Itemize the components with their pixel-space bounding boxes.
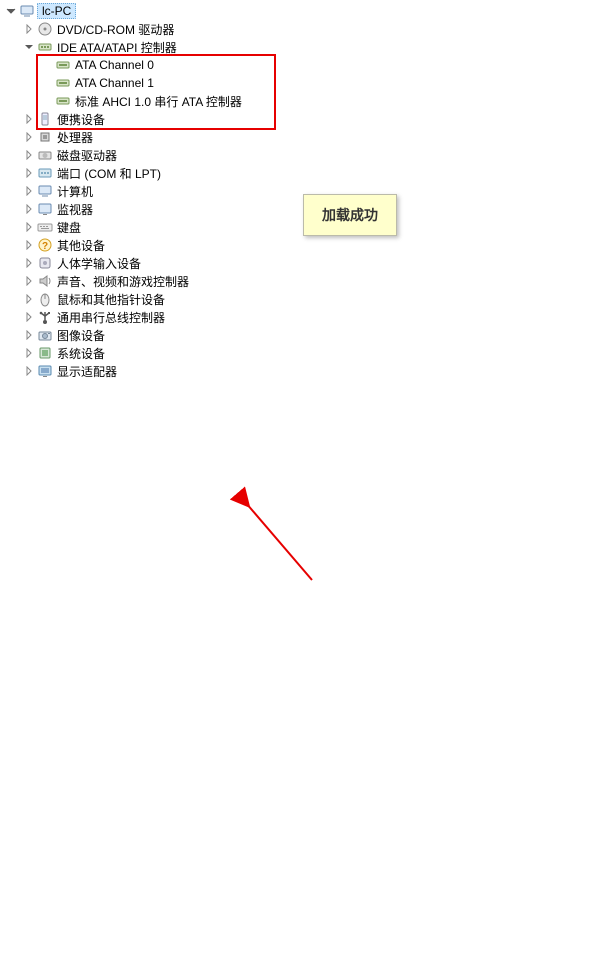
keyboard-icon (37, 219, 53, 235)
tree-node-label[interactable]: 系统设备 (55, 345, 107, 362)
expand-toggle[interactable] (22, 130, 36, 144)
expand-toggle[interactable] (22, 148, 36, 162)
expand-toggle[interactable] (22, 328, 36, 342)
monitor-icon (37, 201, 53, 217)
tree-node-hid[interactable]: 人体学输入设备 (22, 254, 594, 272)
disc-icon (37, 21, 53, 37)
svg-text:?: ? (42, 241, 48, 252)
tree-node-label[interactable]: 其他设备 (55, 237, 107, 254)
annotation-label: 加载成功 (322, 207, 378, 223)
tree-node-label[interactable]: 端口 (COM 和 LPT) (55, 165, 163, 182)
tree-node-diskdrv[interactable]: 磁盘驱动器 (22, 146, 594, 164)
tree-node-label[interactable]: 便携设备 (55, 111, 107, 128)
expand-toggle[interactable] (4, 4, 18, 18)
imaging-icon (37, 327, 53, 343)
tree-node-ports[interactable]: 端口 (COM 和 LPT) (22, 164, 594, 182)
tree-node-imaging[interactable]: 图像设备 (22, 326, 594, 344)
usb-icon (37, 309, 53, 325)
port-icon (37, 165, 53, 181)
tree-node-label[interactable]: ATA Channel 0 (73, 58, 156, 72)
tree-root-label[interactable]: lc-PC (37, 3, 76, 19)
tree-node-mouse[interactable]: 鼠标和其他指针设备 (22, 290, 594, 308)
cpu-icon (37, 129, 53, 145)
expand-toggle[interactable] (22, 364, 36, 378)
tree-node-label[interactable]: IDE ATA/ATAPI 控制器 (55, 39, 179, 56)
tree-node-label[interactable]: 声音、视频和游戏控制器 (55, 273, 191, 290)
tree-node-ide[interactable]: IDE ATA/ATAPI 控制器 (22, 38, 594, 56)
tree-node-label[interactable]: 监视器 (55, 201, 95, 218)
tree-root-node[interactable]: lc-PC (4, 2, 594, 20)
ide-icon (37, 39, 53, 55)
annotation-callout: 加载成功 (303, 194, 397, 236)
sound-icon (37, 273, 53, 289)
tree-node-system[interactable]: 系统设备 (22, 344, 594, 362)
annotation-arrow (0, 380, 594, 978)
tree-node-label[interactable]: 鼠标和其他指针设备 (55, 291, 167, 308)
display-icon (37, 363, 53, 379)
tree-node-label[interactable]: 图像设备 (55, 327, 107, 344)
diskdrv-icon (37, 147, 53, 163)
tree-node-label[interactable]: DVD/CD-ROM 驱动器 (55, 21, 176, 38)
tree-node-cpu[interactable]: 处理器 (22, 128, 594, 146)
expand-toggle[interactable] (22, 184, 36, 198)
expand-toggle[interactable] (22, 202, 36, 216)
ide-channel-icon (55, 93, 71, 109)
ide-channel-icon (55, 57, 71, 73)
computer-icon (19, 3, 35, 19)
expand-toggle[interactable] (22, 22, 36, 36)
tree-node-other[interactable]: ? 其他设备 (22, 236, 594, 254)
ide-channel-icon (55, 75, 71, 91)
tree-node-ide-child[interactable]: ATA Channel 0 (40, 56, 594, 74)
tree-node-label[interactable]: 显示适配器 (55, 363, 119, 380)
tree-node-label[interactable]: 通用串行总线控制器 (55, 309, 167, 326)
expand-toggle[interactable] (22, 112, 36, 126)
expand-toggle[interactable] (22, 274, 36, 288)
tree-node-label[interactable]: 人体学输入设备 (55, 255, 143, 272)
expand-toggle[interactable] (22, 310, 36, 324)
portable-icon (37, 111, 53, 127)
expand-toggle[interactable] (22, 220, 36, 234)
tree-node-label[interactable]: ATA Channel 1 (73, 76, 156, 90)
tree-node-label[interactable]: 处理器 (55, 129, 95, 146)
tree-node-portable[interactable]: 便携设备 (22, 110, 594, 128)
expand-toggle[interactable] (22, 40, 36, 54)
expand-toggle[interactable] (22, 256, 36, 270)
tree-node-label[interactable]: 计算机 (55, 183, 95, 200)
tree-node-label[interactable]: 标准 AHCI 1.0 串行 ATA 控制器 (73, 93, 244, 110)
expand-spacer (40, 58, 54, 72)
expand-toggle[interactable] (22, 346, 36, 360)
device-tree: lc-PC DVD/CD-ROM 驱动器IDE ATA/ATAPI 控制器 ATA… (0, 0, 594, 380)
expand-toggle[interactable] (22, 292, 36, 306)
expand-toggle[interactable] (22, 238, 36, 252)
tree-node-label[interactable]: 键盘 (55, 219, 83, 236)
other-icon: ? (37, 237, 53, 253)
computer-icon (37, 183, 53, 199)
expand-spacer (40, 76, 54, 90)
tree-node-sound[interactable]: 声音、视频和游戏控制器 (22, 272, 594, 290)
expand-toggle[interactable] (22, 166, 36, 180)
tree-node-label[interactable]: 磁盘驱动器 (55, 147, 119, 164)
tree-node-usb[interactable]: 通用串行总线控制器 (22, 308, 594, 326)
tree-node-display[interactable]: 显示适配器 (22, 362, 594, 380)
tree-node-ide-child[interactable]: ATA Channel 1 (40, 74, 594, 92)
tree-node-dvd[interactable]: DVD/CD-ROM 驱动器 (22, 20, 594, 38)
hid-icon (37, 255, 53, 271)
expand-spacer (40, 94, 54, 108)
system-icon (37, 345, 53, 361)
mouse-icon (37, 291, 53, 307)
tree-node-ide-child[interactable]: 标准 AHCI 1.0 串行 ATA 控制器 (40, 92, 594, 110)
